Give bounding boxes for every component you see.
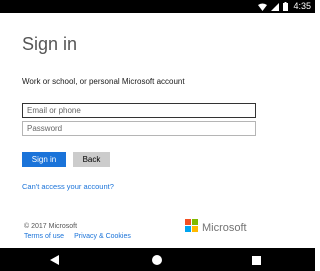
account-type-subtitle: Work or school, or personal Microsoft ac… bbox=[22, 77, 185, 86]
signal-icon bbox=[271, 2, 280, 11]
recent-apps-icon[interactable] bbox=[250, 254, 262, 266]
home-icon[interactable] bbox=[151, 254, 163, 266]
wifi-icon bbox=[258, 3, 268, 11]
privacy-cookies-link[interactable]: Privacy & Cookies bbox=[74, 232, 131, 241]
status-icons: 4:35 bbox=[258, 0, 311, 13]
status-time: 4:35 bbox=[293, 1, 311, 11]
password-field[interactable] bbox=[22, 121, 256, 136]
status-bar: 4:35 bbox=[0, 0, 315, 13]
back-button[interactable]: Back bbox=[73, 152, 110, 167]
navigation-bar bbox=[0, 248, 315, 271]
battery-icon bbox=[283, 2, 289, 11]
email-field[interactable] bbox=[22, 103, 256, 118]
microsoft-wordmark: Microsoft bbox=[202, 222, 247, 234]
terms-of-use-link[interactable]: Terms of use bbox=[24, 232, 64, 241]
cant-access-account-link[interactable]: Can't access your account? bbox=[22, 182, 114, 191]
microsoft-logo: Microsoft bbox=[185, 219, 247, 237]
copyright-text: © 2017 Microsoft bbox=[24, 223, 78, 230]
sign-in-button[interactable]: Sign in bbox=[22, 152, 66, 167]
footer-links: Terms of use Privacy & Cookies bbox=[24, 232, 131, 241]
page-title: Sign in bbox=[22, 34, 78, 54]
back-icon[interactable] bbox=[49, 254, 61, 266]
microsoft-logo-icon bbox=[185, 219, 198, 237]
